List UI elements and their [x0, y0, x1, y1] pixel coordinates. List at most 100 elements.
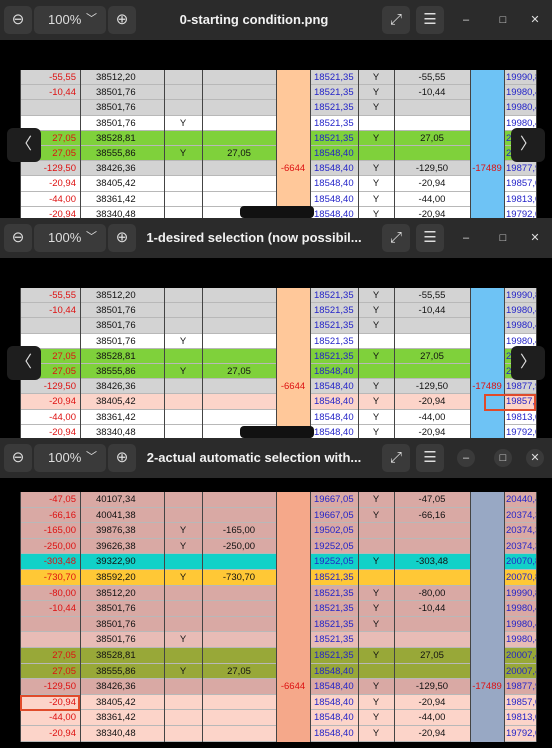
grid-line	[80, 288, 81, 438]
amount-cell: -10,44	[49, 87, 76, 99]
value-cell	[202, 379, 276, 394]
amount-copy-cell: -129,50	[415, 381, 449, 393]
value-cell	[202, 492, 276, 508]
amount-cell: -129,50	[43, 163, 76, 175]
zoom-in-icon[interactable]: ⊕	[108, 6, 136, 34]
chevron-left-icon[interactable]: 〈	[7, 128, 41, 162]
amount-copy-cell: -10,44	[418, 305, 446, 317]
mark-cell: Y	[372, 208, 380, 218]
amount-copy-cell: -20,94	[418, 728, 446, 739]
grid-line	[504, 492, 505, 742]
chevron-right-icon[interactable]: 〉	[511, 346, 545, 380]
flag-cell	[164, 726, 202, 742]
balance-cell: 38501,76	[96, 618, 136, 630]
mark-cell: Y	[372, 603, 380, 615]
amount-cell: -44,00	[49, 411, 76, 423]
zoom-out-icon[interactable]: ⊖	[4, 224, 32, 252]
fullscreen-icon[interactable]: ⤢	[382, 224, 410, 252]
minimize-icon[interactable]: –	[457, 449, 475, 467]
hamburger-menu-icon[interactable]: ☰	[416, 6, 444, 34]
sum-cell: 18521,35	[314, 117, 354, 129]
minimize-icon[interactable]: –	[457, 11, 475, 29]
fullscreen-icon[interactable]: ⤢	[382, 444, 410, 472]
viewer-window-2: ⊖ 100% ﹀ ⊕ 2-actual automatic selection …	[0, 438, 552, 748]
sum-cell: 18548,40	[314, 696, 354, 708]
amount-cell: -250,00	[43, 540, 76, 552]
maximize-icon[interactable]: □	[494, 11, 512, 29]
close-icon[interactable]: ✕	[526, 449, 544, 467]
grid-line	[276, 70, 277, 218]
balance-cell: 38405,42	[96, 396, 136, 408]
flag-cell: Y	[179, 148, 187, 159]
image-canvas: -47,05 40107,34 19667,05 Y -47,05 20440,45 -66…	[0, 478, 552, 748]
total-cell: 19980,41	[506, 634, 536, 646]
amount-cell	[20, 318, 80, 333]
grid-line	[202, 288, 203, 438]
hamburger-menu-icon[interactable]: ☰	[416, 224, 444, 252]
mark-cell: Y	[372, 556, 380, 568]
amount-copy-cell	[394, 617, 470, 633]
total-cell: 20374,33	[506, 525, 536, 537]
zoom-out-icon[interactable]: ⊖	[4, 444, 32, 472]
sum-cell: 18521,35	[314, 650, 354, 661]
close-icon[interactable]: ✕	[526, 11, 544, 29]
flag-cell: Y	[179, 572, 187, 583]
mark-cell	[358, 570, 394, 586]
mark-cell: Y	[372, 381, 380, 393]
chevron-down-icon: ﹀	[86, 451, 97, 463]
mark-cell: Y	[372, 132, 380, 144]
flag-cell	[164, 70, 202, 85]
zoom-in-icon[interactable]: ⊕	[108, 224, 136, 252]
mark-cell: Y	[372, 494, 380, 505]
value-cell	[202, 334, 276, 349]
sum-cell: 18521,35	[314, 603, 354, 615]
balance-cell: 38555,86	[96, 366, 136, 377]
amount-cell: -47,05	[49, 494, 76, 505]
mark-cell: Y	[372, 728, 380, 739]
mark-cell	[358, 146, 394, 161]
sum-cell: 18521,35	[314, 290, 354, 301]
flag-cell	[164, 617, 202, 633]
total-cell: 20007,46	[506, 665, 536, 677]
total-cell: 19792,08	[506, 208, 536, 218]
zoom-level-dropdown[interactable]: 100% ﹀	[34, 6, 106, 34]
amount-cell: 27,05	[52, 650, 76, 661]
maximize-icon[interactable]: □	[494, 449, 512, 467]
amount-copy-cell: -10,44	[418, 87, 446, 99]
sum-cell: 18548,40	[314, 396, 354, 408]
amount-copy-cell	[394, 334, 470, 349]
chevron-down-icon: ﹀	[86, 13, 97, 25]
zoom-in-icon[interactable]: ⊕	[108, 444, 136, 472]
spreadsheet-image: -47,05 40107,34 19667,05 Y -47,05 20440,45 -66…	[20, 492, 537, 742]
amount-copy-cell: -20,94	[418, 396, 446, 408]
merged-column-blue	[470, 70, 504, 218]
zoom-out-icon[interactable]: ⊖	[4, 6, 32, 34]
mark-cell: Y	[372, 193, 380, 205]
chevron-right-icon[interactable]: 〉	[511, 128, 545, 162]
hamburger-menu-icon[interactable]: ☰	[416, 444, 444, 472]
value-cell: -165,00	[222, 525, 256, 537]
value-cell	[202, 617, 276, 633]
close-icon[interactable]: ✕	[526, 229, 544, 247]
total-cell: 19877,96	[506, 163, 536, 175]
mark-cell: Y	[372, 681, 380, 693]
window-title: 1-desired selection (now possibil...	[146, 230, 362, 245]
flag-cell	[164, 394, 202, 409]
mark-cell: Y	[372, 618, 380, 630]
total-cell: 19813,02	[506, 411, 536, 423]
window-handle	[240, 206, 314, 218]
minimize-icon[interactable]: –	[457, 229, 475, 247]
balance-cell: 38512,20	[96, 72, 136, 83]
grid-line	[164, 288, 165, 438]
balance-cell: 38501,76	[96, 117, 136, 129]
amount-cell: -55,55	[49, 290, 76, 301]
merged-value-cell: -17489	[472, 381, 502, 393]
maximize-icon[interactable]: □	[494, 229, 512, 247]
zoom-level-dropdown[interactable]: 100% ﹀	[34, 444, 106, 472]
header-bar: ⊖ 100% ﹀ ⊕ 2-actual automatic selection …	[0, 438, 552, 478]
amount-copy-cell: -129,50	[415, 163, 449, 175]
mark-cell	[358, 632, 394, 648]
fullscreen-icon[interactable]: ⤢	[382, 6, 410, 34]
chevron-left-icon[interactable]: 〈	[7, 346, 41, 380]
zoom-level-dropdown[interactable]: 100% ﹀	[34, 224, 106, 252]
